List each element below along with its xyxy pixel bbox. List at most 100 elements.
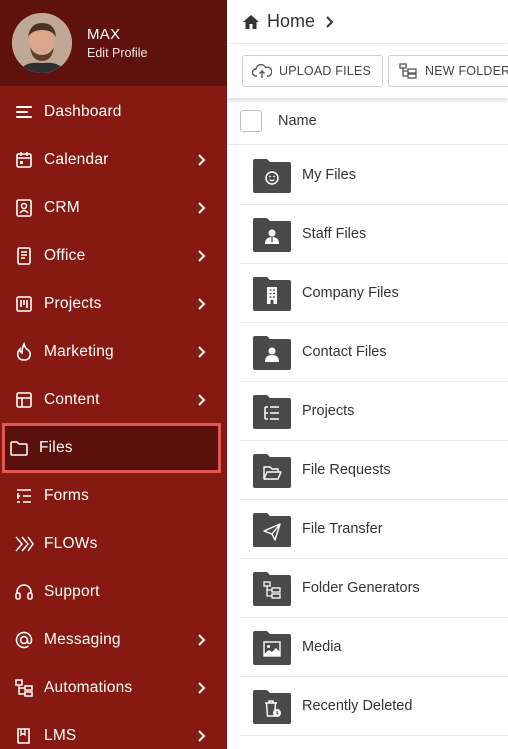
- staff-folder-icon: [253, 218, 291, 252]
- avatar[interactable]: [12, 13, 72, 73]
- sidebar-item-label: Dashboard: [44, 103, 122, 120]
- sidebar: MAX Edit Profile Dashboard Calendar CRM …: [0, 0, 227, 749]
- breadcrumb-home[interactable]: Home: [267, 11, 315, 32]
- new-folder-label: NEW FOLDER: [425, 64, 508, 78]
- content-icon: [14, 390, 34, 410]
- sidebar-item-lms[interactable]: LMS: [0, 712, 227, 749]
- profile-name: MAX: [87, 26, 121, 43]
- send-folder-icon: [253, 513, 291, 547]
- sidebar-item-label: Support: [44, 583, 100, 600]
- toolbar: UPLOAD FILES NEW FOLDER: [227, 44, 508, 98]
- sidebar-item-automations[interactable]: Automations: [0, 664, 227, 712]
- tasks-folder-icon: [253, 395, 291, 429]
- sidebar-item-forms[interactable]: Forms: [0, 472, 227, 520]
- chevron-right-icon: [198, 154, 206, 166]
- person-folder-icon: [253, 336, 291, 370]
- sidebar-item-office[interactable]: Office: [0, 232, 227, 280]
- folder-label: Contact Files: [302, 344, 387, 360]
- form-list-icon: [14, 486, 34, 506]
- document-icon: [14, 246, 34, 266]
- flow-arrows-icon: [14, 534, 34, 554]
- folder-row-staff-files[interactable]: Staff Files: [240, 205, 508, 264]
- sidebar-item-label: Files: [39, 439, 73, 456]
- sidebar-item-dashboard[interactable]: Dashboard: [0, 88, 227, 136]
- edit-profile-link[interactable]: Edit Profile: [87, 45, 147, 61]
- flame-icon: [14, 342, 34, 362]
- chevron-right-icon: [198, 634, 206, 646]
- calendar-icon: [14, 150, 34, 170]
- folder-row-contact-files[interactable]: Contact Files: [240, 323, 508, 382]
- chevron-right-icon: [198, 394, 206, 406]
- sidebar-item-files[interactable]: Files: [2, 423, 221, 473]
- folder-label: Company Files: [302, 285, 399, 301]
- sidebar-item-label: Messaging: [44, 631, 121, 648]
- main-panel: Home UPLOAD FILES NEW FOLDER Name My Fil…: [227, 0, 508, 749]
- sidebar-item-calendar[interactable]: Calendar: [0, 136, 227, 184]
- folder-icon: [9, 438, 29, 458]
- sidebar-item-label: Office: [44, 247, 86, 264]
- name-column-header[interactable]: Name: [278, 113, 317, 129]
- sidebar-item-support[interactable]: Support: [0, 568, 227, 616]
- book-icon: [14, 726, 34, 746]
- menu-lines-icon: [14, 102, 34, 122]
- sidebar-item-projects[interactable]: Projects: [0, 280, 227, 328]
- chevron-right-icon: [198, 682, 206, 694]
- sidebar-item-label: LMS: [44, 727, 77, 744]
- at-sign-icon: [14, 630, 34, 650]
- folder-label: File Requests: [302, 462, 391, 478]
- folder-row-recently-deleted[interactable]: Recently Deleted: [240, 677, 508, 736]
- chevron-right-icon: [198, 202, 206, 214]
- folder-label: Projects: [302, 403, 355, 419]
- sidebar-item-label: Calendar: [44, 151, 109, 168]
- folder-row-projects[interactable]: Projects: [240, 382, 508, 441]
- sidebar-item-messaging[interactable]: Messaging: [0, 616, 227, 664]
- folder-row-folder-generators[interactable]: Folder Generators: [240, 559, 508, 618]
- sidebar-item-crm[interactable]: CRM: [0, 184, 227, 232]
- headset-icon: [14, 582, 34, 602]
- sidebar-item-label: Projects: [44, 295, 102, 312]
- sidebar-item-marketing[interactable]: Marketing: [0, 328, 227, 376]
- folder-tree-icon: [399, 63, 417, 79]
- folder-row-media[interactable]: Media: [240, 618, 508, 677]
- new-folder-button[interactable]: NEW FOLDER: [388, 55, 508, 87]
- select-all-checkbox[interactable]: [240, 110, 262, 132]
- sidebar-item-label: Marketing: [44, 343, 114, 360]
- sidebar-item-label: CRM: [44, 199, 80, 216]
- chevron-right-icon: [198, 250, 206, 262]
- chevron-right-icon: [326, 15, 334, 28]
- image-folder-icon: [253, 631, 291, 665]
- folder-row-my-files[interactable]: My Files: [240, 146, 508, 205]
- folder-row-file-requests[interactable]: File Requests: [240, 441, 508, 500]
- sidebar-item-label: Content: [44, 391, 100, 408]
- cloud-upload-icon: [252, 63, 272, 78]
- folder-label: My Files: [302, 167, 356, 183]
- folder-label: Media: [302, 639, 342, 655]
- building-folder-icon: [253, 277, 291, 311]
- home-icon[interactable]: [241, 12, 261, 32]
- folder-row-file-transfer[interactable]: File Transfer: [240, 500, 508, 559]
- chevron-right-icon: [198, 298, 206, 310]
- folder-label: Recently Deleted: [302, 698, 413, 714]
- list-header: Name: [227, 98, 508, 145]
- folder-label: Folder Generators: [302, 580, 420, 596]
- chevron-right-icon: [198, 730, 206, 742]
- folder-label: File Transfer: [302, 521, 383, 537]
- sidebar-item-content[interactable]: Content: [0, 376, 227, 424]
- sidebar-item-label: Forms: [44, 487, 89, 504]
- hierarchy-icon: [14, 678, 34, 698]
- kanban-icon: [14, 294, 34, 314]
- smiley-folder-icon: [253, 159, 291, 193]
- sidebar-item-label: Automations: [44, 679, 133, 696]
- trash-folder-icon: [253, 690, 291, 724]
- tree-folder-icon: [253, 572, 291, 606]
- sidebar-item-label: FLOWs: [44, 535, 98, 552]
- open-folder-icon: [253, 454, 291, 488]
- profile-header[interactable]: MAX Edit Profile: [0, 0, 227, 86]
- contact-card-icon: [14, 198, 34, 218]
- folder-row-company-files[interactable]: Company Files: [240, 264, 508, 323]
- upload-files-button[interactable]: UPLOAD FILES: [242, 55, 384, 87]
- breadcrumb: Home: [227, 0, 508, 44]
- upload-files-label: UPLOAD FILES: [279, 64, 372, 78]
- sidebar-item-flows[interactable]: FLOWs: [0, 520, 227, 568]
- chevron-right-icon: [198, 346, 206, 358]
